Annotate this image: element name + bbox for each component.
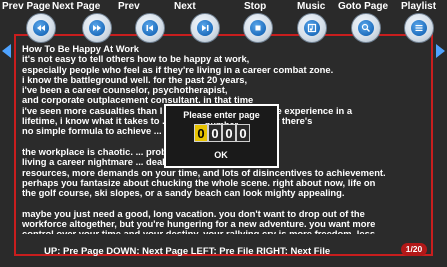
music-icon [304,20,320,36]
prev-label: Prev [118,1,140,12]
prev-button[interactable] [135,13,165,43]
playlist-label: Playlist [401,1,437,12]
scroll-right-arrow-icon[interactable] [436,44,445,58]
page-digit-1[interactable]: 0 [194,124,208,142]
stop-icon [250,20,266,36]
goto-page-icon [358,20,374,36]
stop-label: Stop [244,1,267,12]
goto-page-button[interactable] [351,13,381,43]
playlist-button[interactable] [404,13,434,43]
page-digit-4[interactable]: 0 [236,124,250,142]
next-button[interactable] [190,13,220,43]
scroll-left-arrow-icon[interactable] [2,44,11,58]
ok-button[interactable]: OK [209,150,233,160]
next-page-button[interactable] [82,13,112,43]
toolbar-labels: Prev Page Next Page Prev Next Stop Music… [0,0,447,14]
navigation-hint: UP: Pre Page DOWN: Next Page LEFT: Pre F… [44,246,331,257]
prev-page-button[interactable] [26,13,56,43]
skip-back-icon [142,20,158,36]
page-digit-3[interactable]: 0 [222,124,236,142]
goto-page-label: Goto Page [338,1,389,12]
reader-screen: Prev Page Next Page Prev Next Stop Music… [0,0,447,267]
prev-page-label: Prev Page [2,1,51,12]
rewind-icon [33,20,49,36]
music-label: Music [297,1,326,12]
music-button[interactable] [297,13,327,43]
goto-page-dialog: Please enter page number 0 0 0 0 OK [164,104,279,168]
fast-forward-icon [89,20,105,36]
page-indicator-badge: 1/20 [401,243,427,256]
skip-forward-icon [197,20,213,36]
next-page-label: Next Page [52,1,101,12]
playlist-icon [411,20,427,36]
page-digit-2[interactable]: 0 [208,124,222,142]
stop-button[interactable] [243,13,273,43]
next-label: Next [174,1,196,12]
